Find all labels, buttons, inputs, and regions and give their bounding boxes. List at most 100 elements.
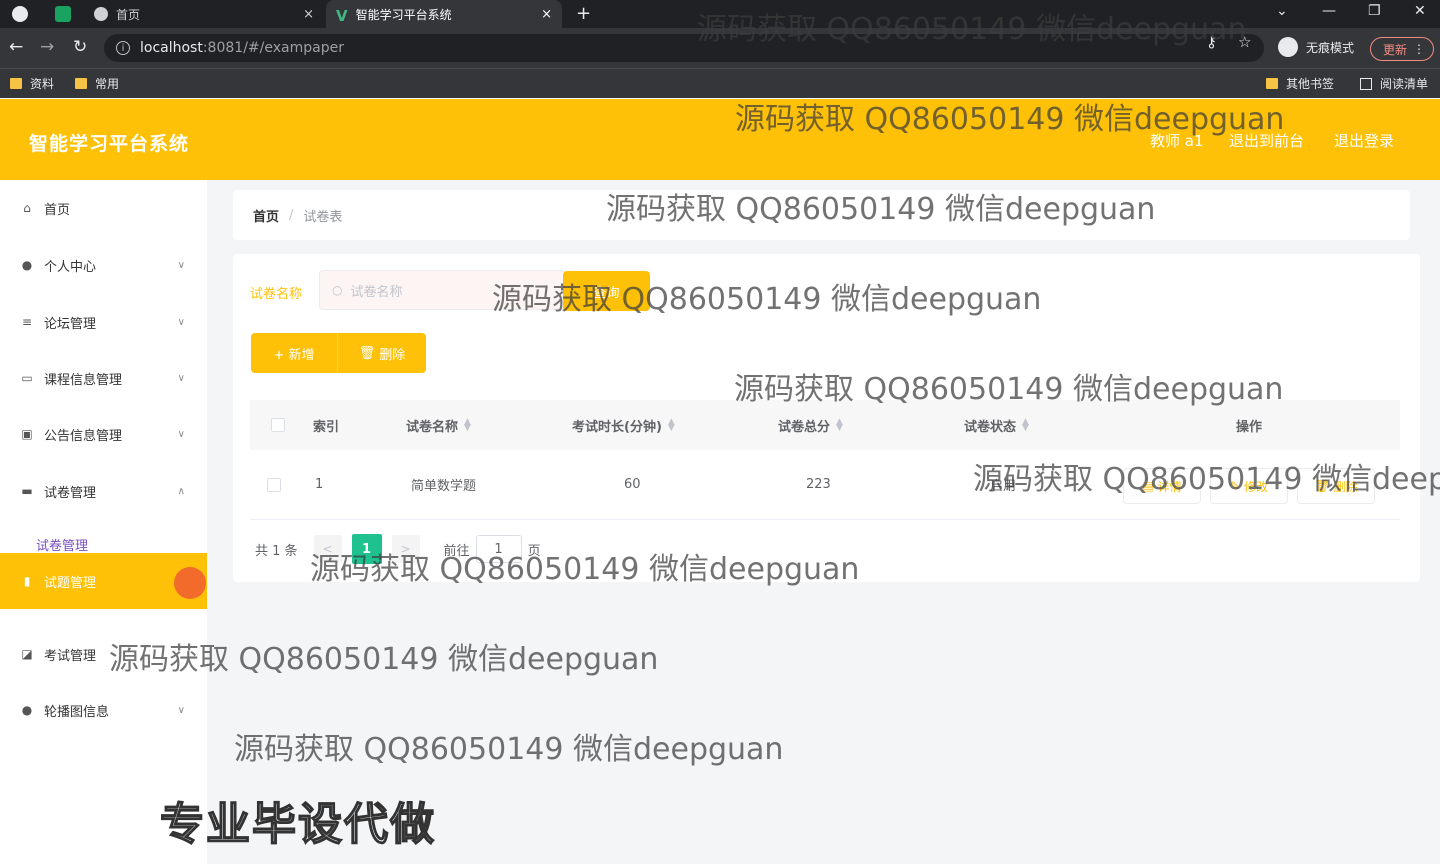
sidebar: ⌂ 首页 ● 个人中心 ∨ ≡ 论坛管理 ∨ ▭ 课程信息管理 ∨ ▣ 公告信息… [0, 180, 207, 864]
chevron-down-icon: ∨ [177, 704, 185, 716]
detail-button[interactable]: ▤ 详情 [1123, 468, 1201, 504]
breadcrumb-current: 试卷表 [303, 209, 343, 225]
bookmark-item[interactable]: 资料 [10, 75, 54, 92]
sidebar-item-label: 试卷管理 [44, 485, 97, 501]
sidebar-item-profile[interactable]: ● 个人中心 ∨ [0, 237, 207, 293]
action-buttons: + 新增 🗑 删除 [251, 333, 426, 373]
sidebar-item-question[interactable]: ▮ 试题管理 [0, 553, 207, 609]
cursor-highlight [174, 567, 206, 599]
edit-icon: ✎ [1229, 479, 1241, 493]
sidebar-item-notice[interactable]: ▣ 公告信息管理 ∨ [0, 406, 207, 462]
add-button[interactable]: + 新增 [251, 333, 338, 373]
sort-icon[interactable]: ▲ ▼ [1022, 418, 1029, 433]
sidebar-item-carousel[interactable]: ● 轮播图信息 ∨ [0, 682, 207, 738]
minimize-button[interactable]: — [1322, 3, 1336, 19]
search-icon: ○ [332, 283, 343, 297]
incognito-indicator[interactable]: 无痕模式 [1278, 37, 1354, 57]
promo-banner: 专业毕设代做 [159, 798, 436, 851]
sidebar-item-exampaper[interactable]: ▬ 试卷管理 ∧ [0, 463, 207, 519]
delete-button[interactable]: 🗑 删除 [338, 333, 426, 373]
tab-close-icon[interactable]: × [541, 7, 552, 22]
forward-button[interactable]: → [40, 37, 54, 57]
to-front-link[interactable]: 退出到前台 [1229, 130, 1304, 151]
globe-icon [94, 7, 108, 21]
column-header[interactable]: 试卷名称 ▲ ▼ [406, 400, 471, 450]
tab-label: 智能学习平台系统 [355, 7, 452, 22]
row-checkbox[interactable] [267, 477, 281, 492]
star-icon[interactable]: ☆ [1238, 33, 1251, 51]
search-label: 试卷名称 [250, 287, 303, 302]
page-number-current[interactable]: 1 [351, 534, 382, 564]
address-bar[interactable]: i localhost:8081/#/exampaper [104, 34, 1264, 62]
back-button[interactable]: ← [9, 37, 23, 57]
select-all-checkbox[interactable] [271, 418, 285, 432]
cell-name: 简单数学题 [411, 479, 477, 494]
breadcrumb-home[interactable]: 首页 [253, 206, 279, 225]
tab-group-icon[interactable] [55, 6, 71, 22]
sidebar-item-course[interactable]: ▭ 课程信息管理 ∨ [0, 350, 207, 406]
pagination: 共 1 条 < 1 > 前往 1 页 [255, 534, 541, 564]
column-header[interactable]: 考试时长(分钟) ▲ ▼ [572, 400, 675, 450]
chevron-down-icon: ∨ [177, 428, 185, 440]
incognito-label: 无痕模式 [1306, 40, 1355, 55]
bookmark-label: 资料 [30, 77, 55, 91]
column-header[interactable]: 试卷状态 ▲ ▼ [964, 400, 1029, 450]
sidebar-item-forum[interactable]: ≡ 论坛管理 ∨ [0, 294, 207, 350]
tab-search-icon[interactable]: ⌄ [1276, 3, 1288, 19]
bar-chart-icon: ▮ [23, 574, 31, 588]
column-header: 索引 [313, 400, 339, 450]
address-host: localhost [140, 40, 203, 56]
tab-close-icon[interactable]: × [303, 7, 314, 22]
browser-globe-icon[interactable] [12, 6, 28, 22]
goto-page-input[interactable]: 1 [475, 535, 522, 563]
bookmark-label: 其他书签 [1286, 77, 1335, 91]
edit-label: 修改 [1244, 479, 1269, 494]
bookmark-other[interactable]: 其他书签 [1266, 75, 1334, 92]
sort-icon[interactable]: ▲ ▼ [836, 418, 843, 433]
logout-link[interactable]: 退出登录 [1334, 130, 1394, 151]
folder-icon [75, 78, 87, 89]
search-button[interactable]: 查询 [563, 271, 650, 311]
sort-icon[interactable]: ▲ ▼ [464, 418, 471, 433]
current-user: 教师 a1 [1150, 132, 1204, 150]
tab-active[interactable]: V 智能学习平台系统 × [326, 0, 562, 28]
reload-button[interactable]: ↻ [73, 37, 87, 57]
next-page-button[interactable]: > [391, 535, 420, 563]
address-path: :8081/#/exampaper [202, 40, 344, 56]
update-button[interactable]: 更新 ⋮ [1370, 37, 1434, 61]
bookmark-item[interactable]: 常用 [75, 75, 119, 92]
chevron-down-icon: ∨ [177, 316, 185, 328]
trash-icon: 🗑 [1314, 479, 1330, 493]
exam-paper-table: 索引 试卷名称 ▲ ▼ 考试时长(分钟) ▲ ▼ 试卷总分 ▲ ▼ 试卷状态 ▲ ▼ 操作 1 … [250, 400, 1400, 520]
edit-button[interactable]: ✎ 修改 [1210, 468, 1288, 504]
prev-page-button[interactable]: < [313, 535, 342, 563]
sidebar-item-home[interactable]: ⌂ 首页 [0, 180, 207, 236]
search-placeholder: 试卷名称 [350, 284, 403, 300]
sort-icon[interactable]: ▲ ▼ [668, 418, 675, 433]
bookmark-label: 阅读清单 [1380, 77, 1429, 91]
restore-button[interactable]: ❐ [1368, 3, 1381, 19]
update-label: 更新 [1383, 42, 1408, 57]
row-delete-label: 删除 [1333, 479, 1358, 494]
search-input[interactable]: ○ 试卷名称 [319, 270, 565, 310]
key-icon[interactable]: ⚷ [1206, 33, 1217, 51]
sidebar-subitem-exampaper[interactable]: 试卷管理 [36, 535, 88, 554]
menu-dots-icon[interactable]: ⋮ [1413, 42, 1425, 56]
column-header[interactable]: 试卷总分 ▲ ▼ [778, 400, 843, 450]
tab-label: 首页 [116, 7, 141, 22]
sidebar-item-label: 试题管理 [44, 575, 97, 591]
reading-list[interactable]: 阅读清单 [1360, 75, 1428, 92]
watermark: 源码获取 QQ86050149 微信deepguan [234, 732, 784, 767]
reading-list-icon [1360, 77, 1372, 90]
sidebar-item-exam[interactable]: ◪ 考试管理 [0, 626, 207, 682]
laptop-icon: ▬ [21, 484, 33, 498]
new-tab-button[interactable]: + [576, 3, 591, 24]
site-info-icon[interactable]: i [116, 41, 130, 55]
tab-home[interactable]: 首页 × [84, 0, 324, 28]
delete-label: 删除 [379, 347, 406, 363]
trash-icon: 🗑 [358, 345, 376, 361]
sidebar-item-label: 轮播图信息 [44, 704, 110, 720]
select-all-cell [271, 400, 285, 450]
close-window-button[interactable]: ✕ [1414, 3, 1426, 19]
row-delete-button[interactable]: 🗑 删除 [1297, 468, 1375, 504]
